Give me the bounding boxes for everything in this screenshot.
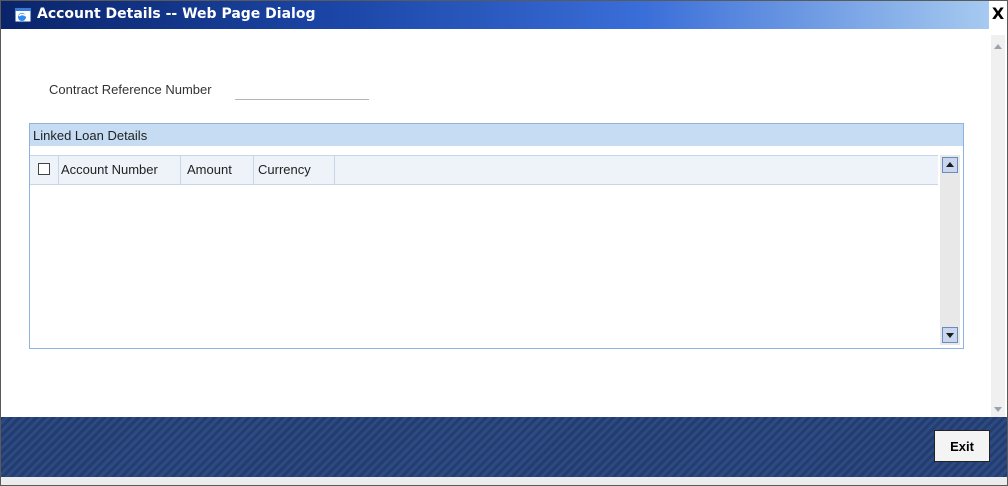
close-icon: X (991, 4, 1005, 23)
status-strip (1, 477, 1007, 485)
title-bar[interactable]: Account Details -- Web Page Dialog (1, 1, 989, 29)
column-header-currency[interactable]: Currency (254, 156, 335, 184)
select-all-checkbox[interactable] (38, 163, 50, 175)
triangle-down-icon (946, 333, 954, 338)
grid-scroll-down-button[interactable] (942, 327, 958, 343)
grid-header-row: Account Number Amount Currency (30, 155, 938, 185)
footer-bar: Exit (1, 417, 1007, 477)
dialog-content: Contract Reference Number Linked Loan De… (1, 29, 989, 417)
window-scrollbar[interactable] (991, 35, 1005, 417)
contract-reference-input[interactable] (235, 81, 369, 100)
dialog-title: Account Details -- Web Page Dialog (37, 6, 316, 22)
column-header-account-number[interactable]: Account Number (58, 156, 181, 184)
column-header-amount[interactable]: Amount (181, 156, 254, 184)
ie-dialog-icon (13, 5, 33, 25)
close-button[interactable]: X (989, 1, 1007, 29)
linked-loan-panel: Linked Loan Details Account Number Amoun… (29, 123, 964, 349)
exit-button[interactable]: Exit (934, 430, 990, 462)
grid-scrollbar[interactable] (940, 155, 960, 345)
triangle-up-icon (946, 162, 954, 167)
window-scroll-up-icon[interactable] (993, 39, 1003, 49)
window-scroll-down-icon[interactable] (993, 401, 1003, 412)
linked-loan-header: Linked Loan Details (30, 124, 963, 146)
grid-scroll-up-button[interactable] (942, 157, 958, 173)
contract-reference-label: Contract Reference Number (49, 82, 212, 97)
linked-loan-title: Linked Loan Details (33, 128, 148, 143)
dialog-window: Account Details -- Web Page Dialog X Con… (0, 0, 1008, 486)
select-all-cell (30, 156, 59, 184)
